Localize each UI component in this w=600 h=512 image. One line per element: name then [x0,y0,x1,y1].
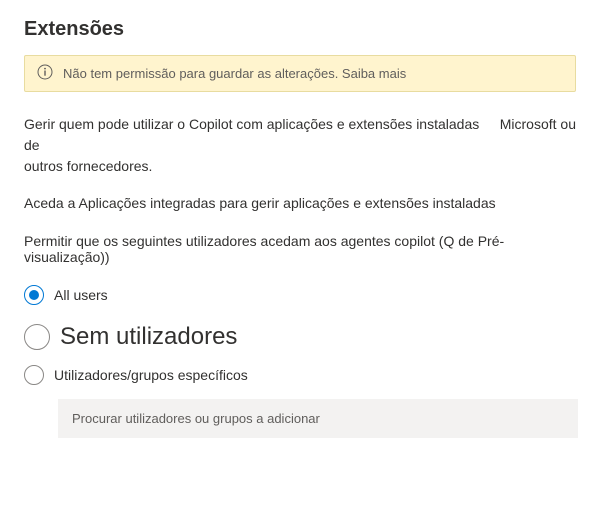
integrated-apps-text[interactable]: Aceda a Aplicações integradas para gerir… [24,195,576,211]
user-access-radio-group: All users Sem utilizadores Utilizadores/… [24,285,576,438]
info-icon [37,64,53,83]
page-title: Extensões [24,18,576,41]
radio-label-specific-users: Utilizadores/grupos específicos [54,367,248,383]
search-users-input[interactable] [58,399,578,438]
radio-icon [24,285,44,305]
description-line1-right: Microsoft ou [500,114,576,135]
radio-icon [24,324,50,350]
permission-alert: Não tem permissão para guardar as altera… [24,55,576,92]
radio-label-no-users: Sem utilizadores [60,323,237,351]
description-line1-left: Gerir quem pode utilizar o Copilot com a… [24,114,500,156]
radio-icon [24,365,44,385]
permission-section-label: Permitir que os seguintes utilizadores a… [24,233,576,265]
radio-label-all-users: All users [54,287,108,303]
description-line2: outros fornecedores. [24,156,576,177]
radio-all-users[interactable]: All users [24,285,576,305]
radio-specific-users[interactable]: Utilizadores/grupos específicos [24,365,576,385]
radio-no-users[interactable]: Sem utilizadores [24,323,576,351]
description-block: Gerir quem pode utilizar o Copilot com a… [24,114,576,177]
alert-text: Não tem permissão para guardar as altera… [63,66,406,81]
